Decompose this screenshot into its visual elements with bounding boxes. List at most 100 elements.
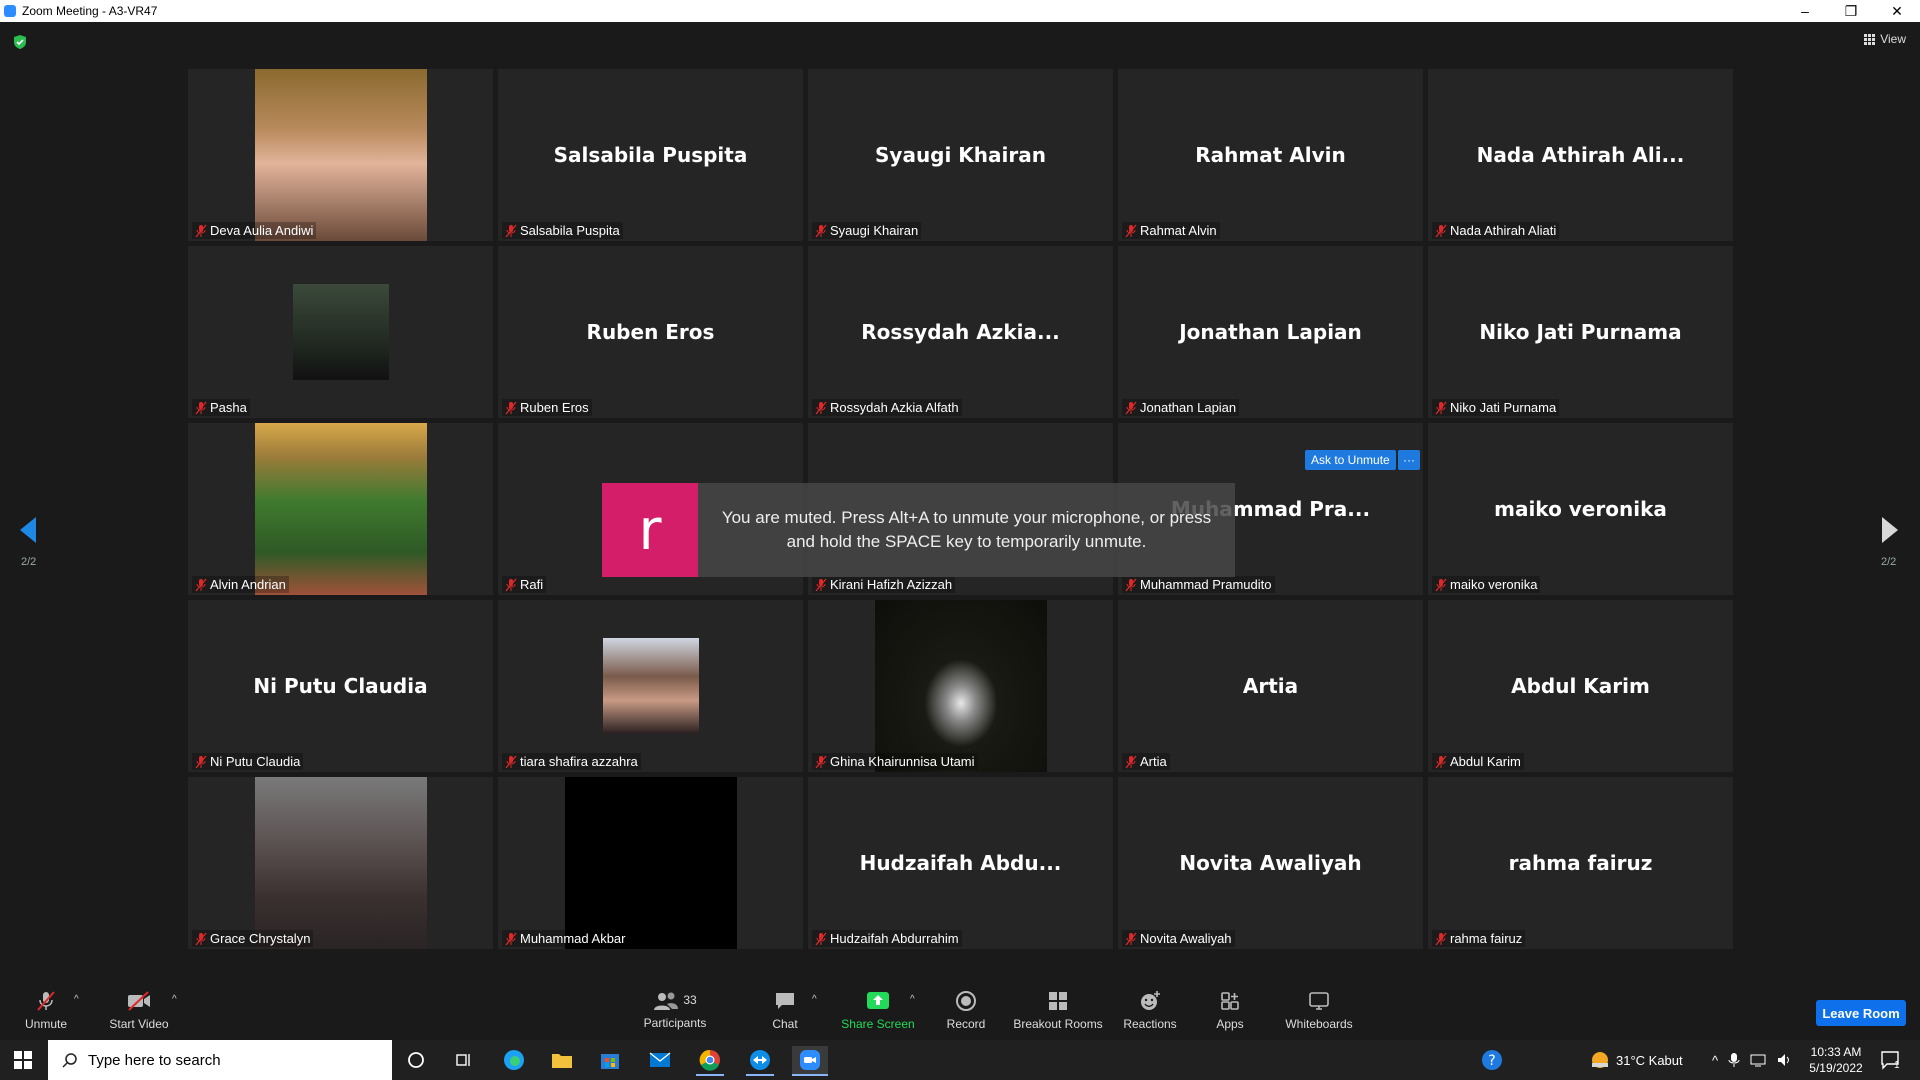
muted-mic-icon	[1125, 932, 1137, 945]
participant-tile[interactable]: Hudzaifah Abdu... Hudzaifah Abdurrahim	[808, 777, 1113, 949]
participant-tile[interactable]: Novita Awaliyah Novita Awaliyah	[1118, 777, 1423, 949]
muted-mic-icon	[1435, 578, 1447, 591]
reactions-label: Reactions	[1123, 1017, 1177, 1031]
video-options-caret-icon[interactable]: ^	[172, 994, 177, 1005]
participant-name-label: Novita Awaliyah	[1122, 930, 1235, 947]
participant-tile[interactable]: Ruben Eros Ruben Eros	[498, 246, 803, 418]
participant-display-name: maiko veronika	[1494, 497, 1667, 521]
participant-tile[interactable]: Grace Chrystalyn	[188, 777, 493, 949]
participant-tile[interactable]: Pasha	[188, 246, 493, 418]
participant-tile[interactable]: Deva Aulia Andiwi	[188, 69, 493, 241]
taskbar-clock[interactable]: 10:33 AM 5/19/2022	[1804, 1044, 1868, 1076]
participant-tile[interactable]: maiko veronika maiko veronika	[1428, 423, 1733, 595]
share-screen-button[interactable]: Share Screen	[838, 980, 918, 1040]
taskbar-search-box[interactable]: Type here to search	[48, 1040, 392, 1080]
participant-video	[564, 777, 737, 949]
weather-text: 31°C Kabut	[1616, 1052, 1683, 1068]
edge-browser-icon[interactable]	[500, 1046, 528, 1074]
volume-icon[interactable]	[1776, 1052, 1792, 1068]
participant-video	[254, 69, 427, 241]
apps-icon	[1221, 992, 1239, 1010]
reactions-button[interactable]: Reactions	[1120, 980, 1180, 1040]
participant-video	[292, 284, 389, 380]
weather-widget[interactable]: 31°C Kabut	[1590, 1040, 1683, 1080]
participant-name-label: Pasha	[192, 399, 250, 416]
restore-button[interactable]: ❐	[1828, 0, 1874, 22]
participants-icon	[654, 992, 679, 1010]
participant-tile[interactable]: Jonathan Lapian Jonathan Lapian	[1118, 246, 1423, 418]
network-icon[interactable]	[1750, 1052, 1766, 1068]
file-explorer-icon[interactable]	[548, 1046, 576, 1074]
participant-display-name: Rahmat Alvin	[1195, 143, 1346, 167]
participant-tile[interactable]: Alvin Andrian	[188, 423, 493, 595]
participant-name: Pasha	[210, 400, 247, 415]
view-button[interactable]: View	[1864, 32, 1906, 46]
leave-room-button[interactable]: Leave Room	[1816, 1000, 1906, 1026]
clock-time: 10:33 AM	[1810, 1045, 1862, 1059]
muted-notification: r You are muted. Press Alt+A to unmute y…	[602, 483, 1235, 577]
whiteboards-button[interactable]: Whiteboards	[1282, 980, 1356, 1040]
zoom-taskbar-icon[interactable]	[792, 1046, 828, 1076]
record-button[interactable]: Record	[940, 980, 992, 1040]
help-icon[interactable]: ?	[1478, 1046, 1506, 1074]
participant-display-name: Ruben Eros	[586, 320, 715, 344]
chrome-browser-icon[interactable]	[696, 1046, 724, 1076]
participant-name-label: Rafi	[502, 576, 547, 593]
audio-options-caret-icon[interactable]: ^	[74, 994, 79, 1005]
chat-button[interactable]: Chat	[760, 980, 810, 1040]
close-button[interactable]: ✕	[1874, 0, 1920, 22]
encryption-shield-icon[interactable]	[12, 34, 28, 50]
start-video-button[interactable]: Start Video	[104, 980, 174, 1040]
unmute-button[interactable]: Unmute	[18, 980, 74, 1040]
participant-tile[interactable]: Salsabila Puspita Salsabila Puspita	[498, 69, 803, 241]
svg-text:?: ?	[1488, 1053, 1495, 1069]
participant-tile[interactable]: Rossydah Azkia... Rossydah Azkia Alfath	[808, 246, 1113, 418]
chat-icon	[776, 993, 794, 1009]
participant-tile[interactable]: Niko Jati Purnama Niko Jati Purnama	[1428, 246, 1733, 418]
participant-tile[interactable]: Syaugi Khairan Syaugi Khairan	[808, 69, 1113, 241]
participant-name-label: Ni Putu Claudia	[192, 753, 304, 770]
muted-mic-icon	[1435, 932, 1447, 945]
muted-mic-icon	[1125, 401, 1137, 414]
participant-tile[interactable]: Ghina Khairunnisa Utami	[808, 600, 1113, 772]
microphone-tray-icon[interactable]	[1728, 1052, 1740, 1068]
participant-name: Novita Awaliyah	[1140, 931, 1232, 946]
participant-tile[interactable]: Nada Athirah Ali... Nada Athirah Aliati	[1428, 69, 1733, 241]
apps-button[interactable]: Apps	[1210, 980, 1250, 1040]
participant-tile[interactable]: Muhammad Akbar	[498, 777, 803, 949]
windows-start-icon[interactable]	[14, 1051, 32, 1069]
ask-to-unmute-button[interactable]: Ask to Unmute	[1305, 450, 1396, 470]
next-page-arrow-icon[interactable]	[1880, 515, 1900, 545]
breakout-rooms-button[interactable]: Breakout Rooms	[1012, 980, 1104, 1040]
muted-mic-icon	[1125, 755, 1137, 768]
participant-tile[interactable]: Artia Artia	[1118, 600, 1423, 772]
previous-page-arrow-icon[interactable]	[18, 515, 38, 545]
tray-expand-icon[interactable]: ^	[1712, 1053, 1718, 1068]
muted-mic-icon	[505, 932, 517, 945]
participant-name: Syaugi Khairan	[830, 223, 919, 238]
muted-mic-icon	[815, 224, 827, 237]
share-options-caret-icon[interactable]: ^	[910, 994, 915, 1005]
more-options-button[interactable]: ···	[1398, 450, 1420, 470]
participant-tile[interactable]: Rahmat Alvin Rahmat Alvin	[1118, 69, 1423, 241]
teamviewer-icon[interactable]	[746, 1046, 774, 1076]
share-screen-label: Share Screen	[841, 1017, 915, 1031]
clock-date: 5/19/2022	[1809, 1061, 1863, 1075]
notifications-icon[interactable]: 1	[1876, 1046, 1904, 1074]
participant-tile[interactable]: tiara shafira azzahra	[498, 600, 803, 772]
task-view-icon[interactable]	[450, 1046, 478, 1074]
minimize-button[interactable]: –	[1782, 0, 1828, 22]
mail-icon[interactable]	[646, 1046, 674, 1074]
participant-tile[interactable]: Ni Putu Claudia Ni Putu Claudia	[188, 600, 493, 772]
weather-sun-icon	[1592, 1052, 1608, 1068]
participant-display-name: Novita Awaliyah	[1179, 851, 1362, 875]
record-label: Record	[946, 1017, 986, 1031]
participant-name-label: Alvin Andrian	[192, 576, 289, 593]
participants-button[interactable]: 33 Participants	[638, 980, 712, 1040]
chat-options-caret-icon[interactable]: ^	[812, 994, 817, 1005]
muted-mic-icon	[195, 224, 207, 237]
microsoft-store-icon[interactable]	[596, 1046, 624, 1074]
participant-tile[interactable]: rahma fairuz rahma fairuz	[1428, 777, 1733, 949]
cortana-icon[interactable]	[402, 1046, 430, 1074]
participant-tile[interactable]: Abdul Karim Abdul Karim	[1428, 600, 1733, 772]
